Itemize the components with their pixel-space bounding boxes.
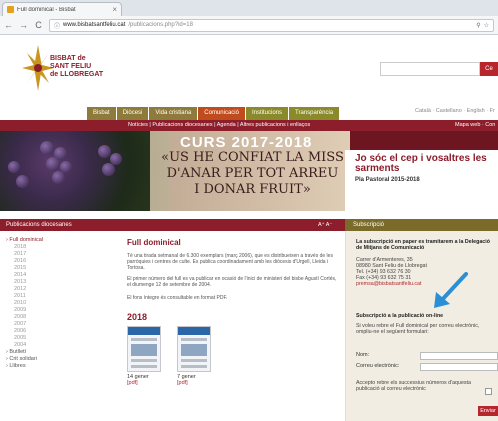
sidebar-year[interactable]: 2009: [6, 307, 120, 314]
accept-terms-text: Accepto rebre els successius números d'a…: [356, 380, 471, 393]
tab-title: Full dominical - Bisbat: [17, 6, 76, 13]
name-field[interactable]: [420, 352, 498, 360]
subnav-items[interactable]: Notícies | Publicacions diocesanes | Age…: [128, 120, 310, 131]
issue-thumbnail[interactable]: [127, 326, 161, 372]
nav-bisbat[interactable]: Bisbat: [87, 107, 116, 120]
back-icon[interactable]: ←: [4, 20, 13, 30]
logo-line-2: SANT FELIU: [50, 63, 92, 70]
nav-comunicacio[interactable]: Comunicació: [198, 107, 245, 120]
banner-subtitle: Pla Pastoral 2015-2018: [355, 177, 420, 183]
sidebar-item-full-dominical[interactable]: Full dominical: [6, 237, 120, 244]
issue-pdf-link[interactable]: [pdf]: [177, 380, 196, 386]
submit-button[interactable]: Enviar: [478, 406, 498, 416]
logo-text: BISBAT de SANT FELIU de LLOBREGAT: [50, 55, 103, 79]
online-subscription-title: Subscripció a la publicació on-line: [356, 313, 444, 319]
quote-line-2: D'ANAR PER TOT ARREU: [166, 166, 339, 181]
nav-diocesi[interactable]: Diòcesi: [116, 107, 149, 120]
site-search-input[interactable]: [380, 62, 480, 76]
sidebar-year[interactable]: 2005: [6, 335, 120, 342]
browser-tab[interactable]: Full dominical - Bisbat ×: [2, 2, 122, 16]
email-field[interactable]: [420, 363, 498, 371]
section-title: Publicacions diocesanes: [6, 222, 72, 228]
sidebar-year[interactable]: 2014: [6, 272, 120, 279]
sidebar-year[interactable]: 2015: [6, 265, 120, 272]
pager-dot[interactable]: [468, 202, 474, 204]
main-content: Full dominical Té una tirada setmanal de…: [127, 233, 345, 421]
sidebar-year[interactable]: 2016: [6, 258, 120, 265]
nav-vida-cristiana[interactable]: Vida cristiana: [149, 107, 198, 120]
issue-pdf-link[interactable]: [pdf]: [127, 380, 149, 386]
online-subscription-text: Si voleu rebre el Full dominical per cor…: [356, 323, 480, 336]
language-links[interactable]: Català · Castellano · English · Fr: [415, 108, 495, 114]
address-bar[interactable]: ⓘ www.bisbatsantfeliu.cat/publicacions.p…: [49, 18, 494, 32]
email-link[interactable]: premsa@bisbatsantfeliu.cat: [356, 281, 421, 287]
sub-navigation: Notícies | Publicacions diocesanes | Age…: [0, 120, 498, 131]
publications-sidebar: Full dominical 2018 2017 2016 2015 2014 …: [0, 233, 120, 421]
content-paragraph-3: El fons íntegre és consultable en format…: [127, 295, 228, 301]
page-info-icon[interactable]: ⓘ: [54, 21, 60, 30]
sidebar-item-crit-solidari[interactable]: Crit solidari: [6, 356, 120, 363]
quote-line-3: I DONAR FRUIT»: [194, 182, 311, 197]
name-label: Nom:: [356, 352, 370, 358]
zoom-search-icon[interactable]: ⚲: [476, 22, 480, 29]
grapes-image: [0, 131, 170, 211]
banner-title: Jo sóc el cep i vosaltres les sarments: [355, 154, 498, 174]
tab-close-icon[interactable]: ×: [112, 5, 117, 14]
reload-icon[interactable]: C: [34, 20, 43, 30]
section-header: Publicacions diocesanes A⁺ A⁻: [0, 219, 345, 231]
sidebar-year[interactable]: 2006: [6, 328, 120, 335]
sidebar-year[interactable]: 2011: [6, 293, 120, 300]
subscription-paper-text: La subscripció en paper es tramitarem a …: [356, 239, 490, 252]
sidebar-item-llibres[interactable]: Llibres: [6, 363, 120, 370]
nav-institucions[interactable]: Institucions: [245, 107, 288, 120]
logo-line-3: de LLOBREGAT: [50, 71, 104, 78]
banner-title-line-2: sarments: [355, 163, 400, 174]
favicon-icon: [7, 6, 14, 13]
email-label: Correu electrònic:: [356, 363, 400, 369]
issue-caption[interactable]: 7 gener [pdf]: [177, 374, 196, 386]
pager-dot[interactable]: [459, 202, 465, 204]
site-search-button[interactable]: Ce: [480, 62, 498, 76]
quote-line-1: «US HE CONFIAT LA MISS: [161, 150, 344, 165]
subnav-right-links[interactable]: Mapa web · Con: [455, 120, 495, 131]
bookmark-star-icon[interactable]: ☆: [484, 22, 489, 29]
content-year-heading: 2018: [127, 312, 148, 322]
browser-toolbar: ← → C ⓘ www.bisbatsantfeliu.cat/publicac…: [0, 16, 498, 35]
url-host: www.bisbatsantfeliu.cat: [63, 22, 126, 28]
pager-dot[interactable]: [477, 202, 483, 204]
subscription-header: Subscripció: [345, 219, 498, 231]
sidebar-item-butlleti[interactable]: Butlletí: [6, 349, 120, 356]
url-path: /publicacions.php?id=18: [128, 22, 193, 28]
font-size-control[interactable]: A⁺ A⁻: [318, 219, 332, 231]
pager-dot[interactable]: [486, 202, 492, 204]
sidebar-year[interactable]: 2007: [6, 321, 120, 328]
pager-dot[interactable]: [450, 202, 456, 204]
nav-transparencia[interactable]: Transparència: [289, 107, 340, 120]
banner-year: CURS 2017-2018: [180, 134, 313, 151]
content-paragraph-2: El primer número del full es va publicar…: [127, 276, 337, 289]
banner-pager[interactable]: [450, 200, 498, 206]
banner-quote: «US HE CONFIAT LA MISS D'ANAR PER TOT AR…: [150, 150, 355, 198]
content-paragraph-1: Té una tirada setmanal de 6.300 exemplar…: [127, 253, 333, 272]
content-title: Full dominical: [127, 238, 181, 247]
sidebar-year[interactable]: 2018: [6, 244, 120, 251]
accept-checkbox[interactable]: [485, 388, 492, 395]
sidebar-year[interactable]: 2017: [6, 251, 120, 258]
sidebar-year[interactable]: 2010: [6, 300, 120, 307]
issue-caption[interactable]: 14 gener [pdf]: [127, 374, 149, 386]
sidebar-year[interactable]: 2012: [6, 286, 120, 293]
issue-thumbnail[interactable]: [177, 326, 211, 372]
sidebar-year[interactable]: 2004: [6, 342, 120, 349]
sidebar-year[interactable]: 2008: [6, 314, 120, 321]
logo-line-1: BISBAT de: [50, 55, 86, 62]
sidebar-year[interactable]: 2013: [6, 279, 120, 286]
arrow-down-left-icon: [434, 272, 468, 308]
subscription-panel: La subscripció en paper es tramitarem a …: [345, 231, 498, 421]
forward-icon[interactable]: →: [19, 20, 28, 30]
